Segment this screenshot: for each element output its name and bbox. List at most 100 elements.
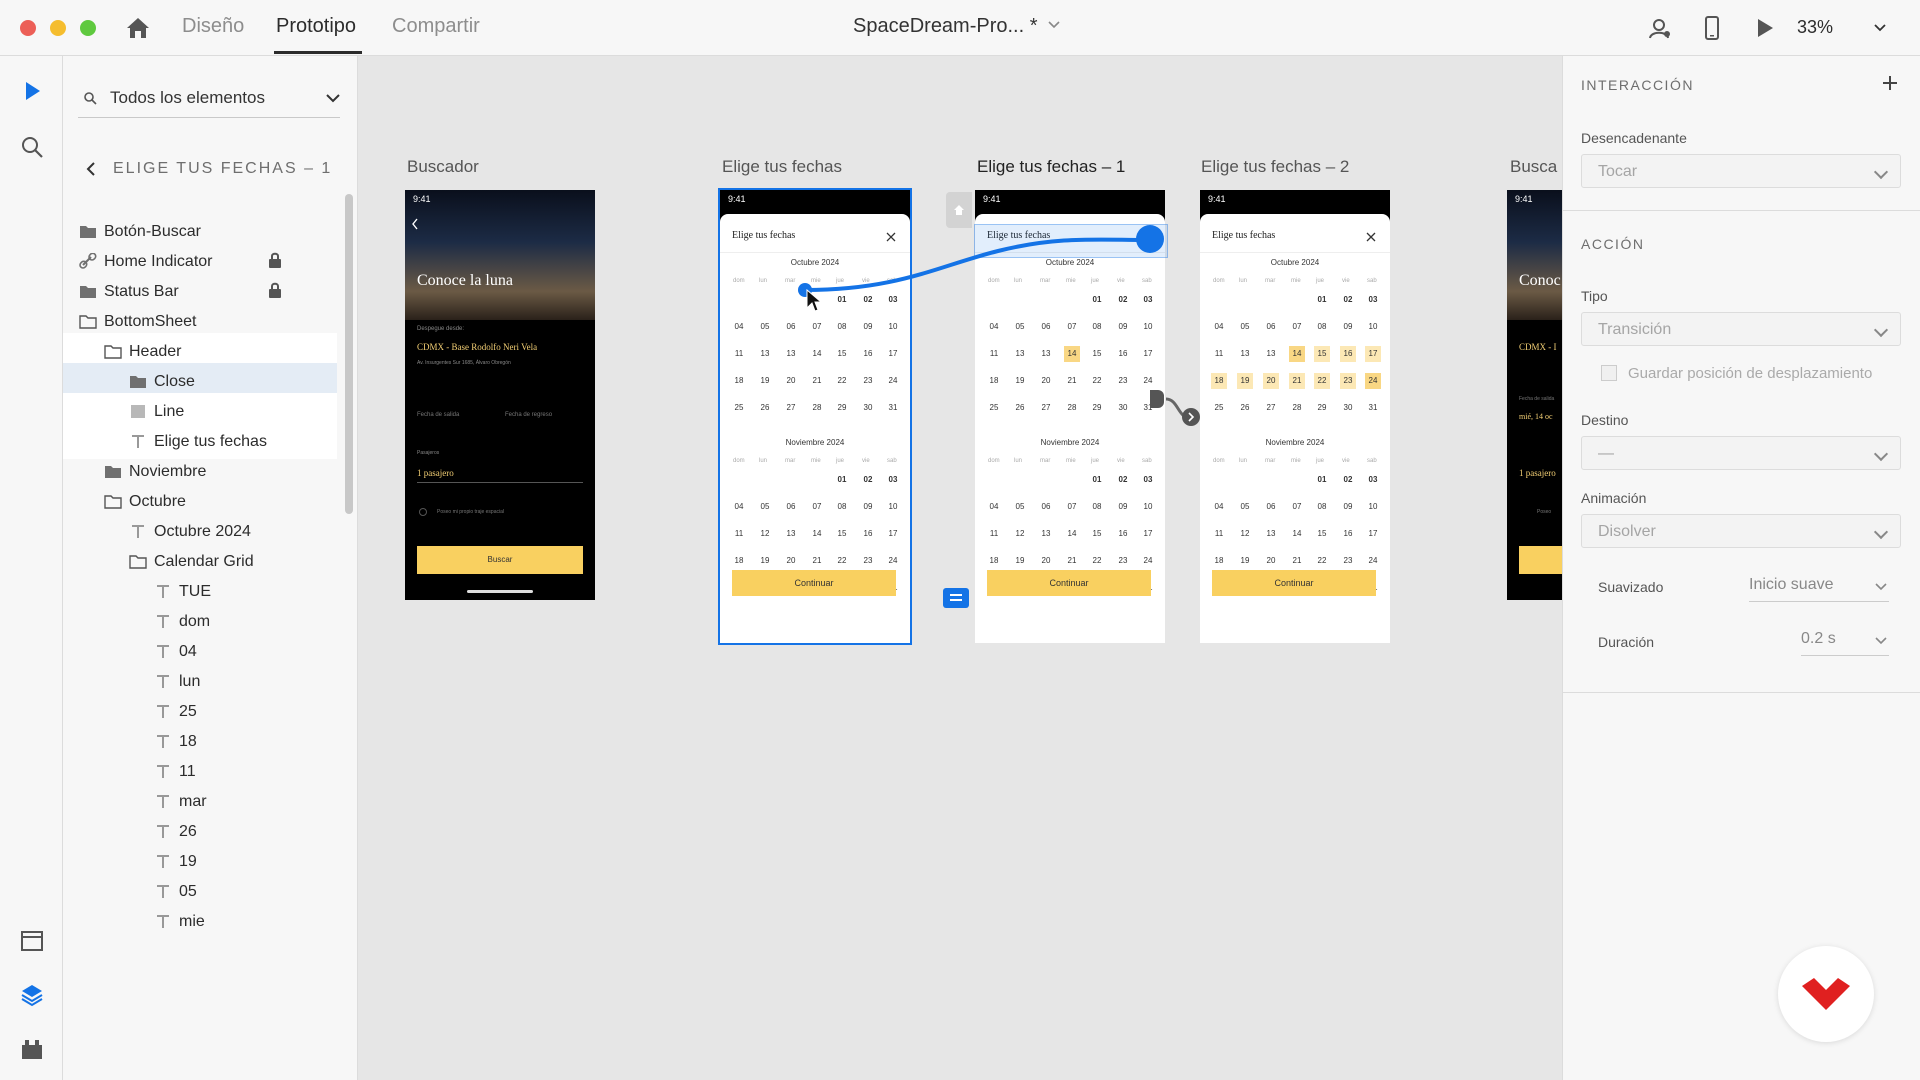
zoom-level[interactable]: 33% bbox=[1797, 17, 1833, 38]
home-icon[interactable] bbox=[124, 14, 152, 42]
calendar-day: 07 bbox=[1067, 502, 1077, 511]
calendar-day: 11 bbox=[734, 529, 744, 538]
calendar-day: 21 bbox=[812, 556, 822, 565]
calendar-day: 05 bbox=[1015, 322, 1025, 331]
chevron-down-icon bbox=[1875, 583, 1887, 591]
calendar-day: 31 bbox=[1368, 403, 1378, 412]
preserve-scroll-checkbox[interactable] bbox=[1601, 365, 1617, 381]
calendar-day: 24 bbox=[888, 556, 898, 565]
type-dropdown[interactable]: Transición bbox=[1581, 312, 1901, 346]
calendar-day: 26 bbox=[760, 403, 770, 412]
layer-label: 11 bbox=[179, 763, 196, 780]
calendar-day: 11 bbox=[1214, 349, 1224, 358]
calendar-day: 09 bbox=[863, 322, 873, 331]
lock-icon[interactable] bbox=[268, 282, 282, 298]
easing-dropdown[interactable]: Inicio suave bbox=[1749, 576, 1889, 602]
calendar-day: 15 bbox=[1314, 346, 1330, 362]
close-window-button[interactable] bbox=[20, 20, 36, 36]
close-icon bbox=[1366, 232, 1376, 242]
artboard-label-elige[interactable]: Elige tus fechas bbox=[722, 157, 842, 177]
artboard-label-buscador[interactable]: Buscador bbox=[407, 157, 479, 177]
calendar-day: 19 bbox=[760, 376, 770, 385]
calendar-day: 04 bbox=[989, 322, 999, 331]
calendar-day: 07 bbox=[1067, 322, 1077, 331]
layer-label: 18 bbox=[179, 733, 197, 750]
suavizado-label: Suavizado bbox=[1598, 579, 1664, 595]
brand-logo-icon bbox=[1802, 978, 1850, 1010]
calendar-day: 17 bbox=[888, 349, 898, 358]
layers-icon[interactable] bbox=[19, 982, 45, 1008]
device-preview-icon[interactable] bbox=[1698, 14, 1726, 42]
selected-layer-overlay bbox=[974, 224, 1168, 258]
artboard-elige[interactable]: 9:41 Elige tus fechas Octubre 2024 dom lun ma… bbox=[718, 188, 912, 645]
layer-label: BottomSheet bbox=[104, 313, 197, 330]
layers-filter[interactable]: Todos los elementos bbox=[78, 76, 340, 118]
toolbar: Diseño Prototipo Compartir SpaceDream-Pr… bbox=[0, 0, 1920, 56]
play-icon[interactable] bbox=[1750, 14, 1778, 42]
canvas[interactable]: Buscador Elige tus fechas Elige tus fech… bbox=[358, 56, 1562, 1080]
weekday-label: mar bbox=[1040, 278, 1051, 284]
calendar-day: 05 bbox=[760, 322, 770, 331]
minimize-window-button[interactable] bbox=[50, 20, 66, 36]
wire-arrow[interactable] bbox=[1182, 408, 1200, 426]
moon-hero-image bbox=[1507, 190, 1562, 320]
calendar-day: 31 bbox=[888, 403, 898, 412]
month-label: Noviembre 2024 bbox=[785, 438, 845, 447]
calendar-day: 02 bbox=[1118, 475, 1128, 484]
calendar-day: 19 bbox=[760, 556, 770, 565]
artboard-label-busca[interactable]: Busca bbox=[1510, 157, 1557, 177]
chevron-down-icon[interactable] bbox=[1047, 18, 1061, 32]
folder-filled-icon bbox=[105, 466, 121, 478]
weekday-label: vie bbox=[862, 458, 870, 464]
artboard-label-elige-1[interactable]: Elige tus fechas – 1 bbox=[977, 157, 1125, 177]
calendar-day: 18 bbox=[734, 556, 744, 565]
artboard-label-elige-2[interactable]: Elige tus fechas – 2 bbox=[1201, 157, 1349, 177]
lock-icon[interactable] bbox=[268, 252, 282, 268]
layer-label: 04 bbox=[179, 643, 197, 660]
plugins-icon[interactable] bbox=[19, 1036, 45, 1062]
add-icon[interactable] bbox=[1881, 74, 1899, 92]
calendar-day: 27 bbox=[1041, 403, 1051, 412]
text-icon bbox=[157, 885, 169, 898]
tab-compartir[interactable]: Compartir bbox=[392, 15, 480, 38]
artboard-elige-2[interactable]: 9:41 Elige tus fechas Octubre 2024 dom lun ma… bbox=[1200, 190, 1390, 643]
calendar-day: 23 bbox=[1343, 556, 1353, 565]
destination-dropdown[interactable]: — bbox=[1581, 436, 1901, 470]
artboard-busca[interactable]: 9:41 Conoc CDMX - I Fecha de salida mié,… bbox=[1507, 190, 1562, 600]
animation-dropdown[interactable]: Disolver bbox=[1581, 514, 1901, 548]
calendar-day: 04 bbox=[989, 502, 999, 511]
trigger-dropdown[interactable]: Tocar bbox=[1581, 154, 1901, 188]
text-icon bbox=[157, 915, 169, 928]
layer-item[interactable]: mie bbox=[63, 903, 337, 939]
fecha-value: mié, 14 oc bbox=[1519, 412, 1553, 421]
sheet-divider bbox=[1200, 252, 1390, 253]
artboard-buscador[interactable]: 9:41 Conoce la luna Despegue desde: CDMX… bbox=[405, 190, 595, 600]
easing-value: Inicio suave bbox=[1749, 576, 1834, 593]
maximize-window-button[interactable] bbox=[80, 20, 96, 36]
select-tool-icon[interactable] bbox=[19, 78, 45, 104]
tab-prototipo[interactable]: Prototipo bbox=[276, 15, 356, 38]
zoom-chevron-icon[interactable] bbox=[1872, 20, 1888, 36]
chevron-down-icon bbox=[1873, 164, 1889, 180]
back-arrow-icon[interactable] bbox=[85, 162, 97, 176]
scroll-group-marker[interactable] bbox=[943, 588, 969, 608]
layers-scrollbar[interactable] bbox=[345, 194, 353, 514]
folder-outline-icon bbox=[104, 495, 122, 509]
duration-dropdown[interactable]: 0.2 s bbox=[1801, 630, 1889, 656]
weekday-label: dom bbox=[1213, 278, 1225, 284]
calendar-day: 04 bbox=[1214, 502, 1224, 511]
home-marker[interactable] bbox=[946, 192, 972, 228]
calendar-day: 13 bbox=[1041, 349, 1051, 358]
calendar-day: 02 bbox=[863, 475, 873, 484]
calendar-day: 16 bbox=[863, 349, 873, 358]
tab-diseno[interactable]: Diseño bbox=[182, 15, 244, 38]
wire-anchor[interactable] bbox=[1150, 390, 1164, 408]
calendar-day: 16 bbox=[1340, 346, 1356, 362]
assets-icon[interactable] bbox=[19, 928, 45, 954]
calendar-day: 24 bbox=[1365, 373, 1381, 389]
search-icon[interactable] bbox=[19, 134, 45, 160]
user-share-icon[interactable] bbox=[1646, 14, 1674, 42]
calendar-day: 20 bbox=[1041, 556, 1051, 565]
calendar-day: 10 bbox=[888, 502, 898, 511]
document-title[interactable]: SpaceDream-Pro... * bbox=[853, 15, 1038, 38]
